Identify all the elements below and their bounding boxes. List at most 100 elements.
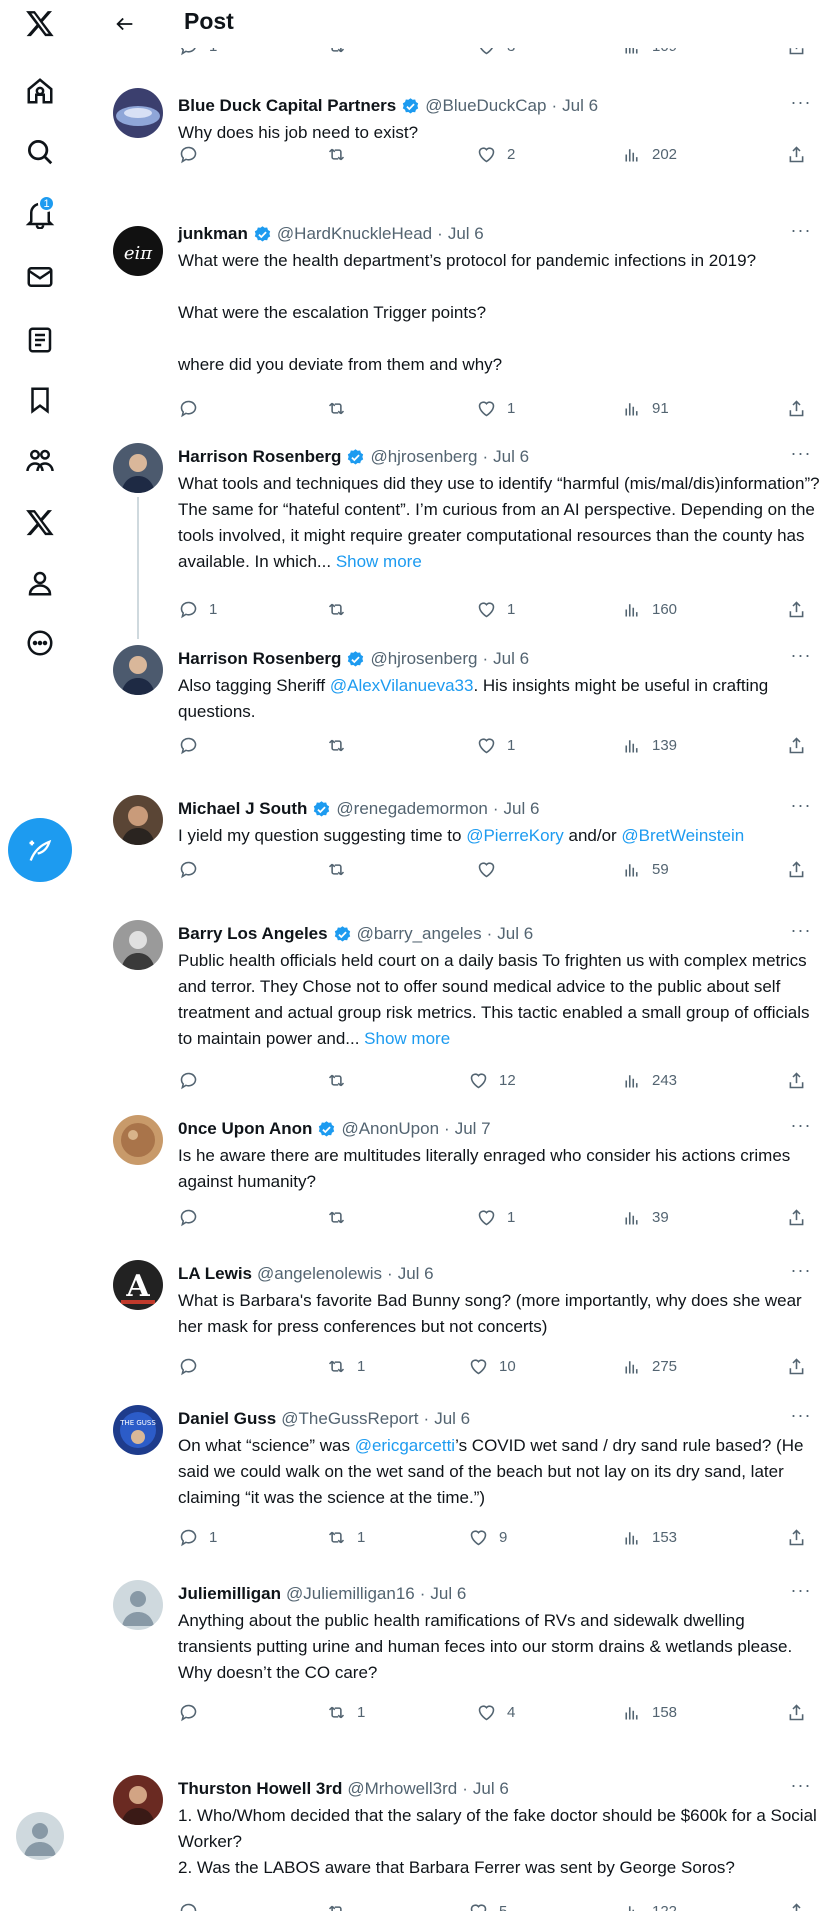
reply-button[interactable]: 1 <box>178 597 217 621</box>
messages-icon[interactable] <box>19 256 61 298</box>
back-arrow-icon[interactable] <box>110 9 140 39</box>
share-button[interactable] <box>786 597 807 621</box>
mention-link[interactable]: @AlexVilanueva33 <box>330 676 474 695</box>
reply-button[interactable] <box>178 142 209 166</box>
avatar[interactable] <box>113 88 163 138</box>
avatar[interactable] <box>113 443 163 493</box>
views-button[interactable]: 59 <box>621 857 669 881</box>
views-button[interactable]: 153 <box>621 1525 677 1549</box>
author-name[interactable]: Daniel Guss <box>178 1407 276 1431</box>
post-date[interactable]: Jul 6 <box>562 94 598 118</box>
post-date[interactable]: Jul 7 <box>455 1117 491 1141</box>
like-button[interactable]: 10 <box>468 1354 516 1378</box>
author-name[interactable]: Juliemilligan <box>178 1582 281 1606</box>
reply-tweet[interactable]: Barry Los Angeles @barry_angeles · Jul 6… <box>80 920 825 1092</box>
reply-button[interactable] <box>178 1700 209 1724</box>
author-name[interactable]: Michael J South <box>178 797 307 821</box>
views-button[interactable]: 275 <box>621 1354 677 1378</box>
avatar[interactable] <box>113 920 163 970</box>
post-date[interactable]: Jul 6 <box>473 1777 509 1801</box>
show-more-link[interactable]: Show more <box>364 1029 450 1048</box>
like-button[interactable]: 9 <box>468 1525 507 1549</box>
premium-x-icon[interactable] <box>19 501 61 543</box>
avatar[interactable] <box>113 1775 163 1825</box>
more-icon[interactable]: ··· <box>789 1773 813 1797</box>
reply-button[interactable] <box>178 396 209 420</box>
mention-link[interactable]: @BretWeinstein <box>621 826 744 845</box>
reply-button[interactable] <box>178 733 209 757</box>
author-handle[interactable]: @renegademormon <box>336 797 487 821</box>
post-date[interactable]: Jul 6 <box>398 1262 434 1286</box>
avatar[interactable]: A <box>113 1260 163 1310</box>
reply-button[interactable] <box>178 1205 209 1229</box>
show-more-link[interactable]: Show more <box>336 552 422 571</box>
share-button[interactable] <box>786 857 807 881</box>
reply-tweet[interactable]: Juliemilligan @Juliemilligan16 · Jul 6 ·… <box>80 1580 825 1732</box>
repost-button[interactable]: 1 <box>326 1525 365 1549</box>
like-button[interactable]: 1 <box>476 597 515 621</box>
repost-button[interactable] <box>326 1205 357 1229</box>
bookmarks-icon[interactable] <box>19 379 61 421</box>
reply-tweet[interactable]: Thurston Howell 3rd @Mrhowell3rd · Jul 6… <box>80 1775 825 1911</box>
lists-icon[interactable] <box>19 319 61 361</box>
post-date[interactable]: Jul 6 <box>497 922 533 946</box>
post-date[interactable]: Jul 6 <box>434 1407 470 1431</box>
reply-tweet[interactable]: Blue Duck Capital Partners @BlueDuckCap … <box>80 88 825 214</box>
reply-button[interactable] <box>178 1068 209 1092</box>
reply-button[interactable] <box>178 1899 209 1911</box>
author-name[interactable]: Harrison Rosenberg <box>178 445 341 469</box>
like-button[interactable]: 5 <box>468 1899 507 1911</box>
compose-post-button[interactable] <box>8 818 72 882</box>
notifications-bell-icon[interactable]: 1 <box>19 193 61 235</box>
repost-button[interactable] <box>326 142 357 166</box>
like-button[interactable]: 4 <box>476 1700 515 1724</box>
share-button[interactable] <box>786 1700 807 1724</box>
reply-button[interactable] <box>178 1354 209 1378</box>
more-icon[interactable]: ··· <box>789 1113 813 1137</box>
post-date[interactable]: Jul 6 <box>430 1582 466 1606</box>
author-handle[interactable]: @barry_angeles <box>357 922 482 946</box>
x-logo-icon[interactable] <box>19 2 61 44</box>
share-button[interactable] <box>786 1068 807 1092</box>
reply-tweet[interactable]: A LA Lewis @angelenolewis · Jul 6 ··· Wh… <box>80 1260 825 1382</box>
author-name[interactable]: Harrison Rosenberg <box>178 647 341 671</box>
post-date[interactable]: Jul 6 <box>504 797 540 821</box>
author-handle[interactable]: @Mrhowell3rd <box>347 1777 457 1801</box>
mention-link[interactable]: @PierreKory <box>466 826 564 845</box>
post-date[interactable]: Jul 6 <box>493 647 529 671</box>
author-handle[interactable]: @AnonUpon <box>341 1117 439 1141</box>
reply-tweet[interactable]: 0nce Upon Anon @AnonUpon · Jul 7 ··· Is … <box>80 1115 825 1237</box>
communities-icon[interactable] <box>19 440 61 482</box>
reply-tweet[interactable]: eiπ junkman @HardKnuckleHead · Jul 6 ···… <box>80 220 825 422</box>
repost-button[interactable]: 1 <box>326 1354 365 1378</box>
more-icon[interactable]: ··· <box>789 1258 813 1282</box>
share-button[interactable] <box>786 396 807 420</box>
more-icon[interactable]: ··· <box>789 918 813 942</box>
more-icon[interactable]: ··· <box>789 218 813 242</box>
share-button[interactable] <box>786 733 807 757</box>
author-handle[interactable]: @HardKnuckleHead <box>277 222 432 246</box>
views-button[interactable]: 122 <box>621 1899 677 1911</box>
author-name[interactable]: Thurston Howell 3rd <box>178 1777 342 1801</box>
views-button[interactable]: 158 <box>621 1700 677 1724</box>
author-name[interactable]: LA Lewis <box>178 1262 252 1286</box>
author-handle[interactable]: @BlueDuckCap <box>425 94 546 118</box>
reply-button[interactable] <box>178 857 209 881</box>
profile-icon[interactable] <box>19 562 61 604</box>
like-button[interactable]: 1 <box>476 733 515 757</box>
more-icon[interactable]: ··· <box>789 1578 813 1602</box>
more-icon[interactable]: ··· <box>789 1403 813 1427</box>
views-button[interactable]: 91 <box>621 396 669 420</box>
like-button[interactable]: 2 <box>476 142 515 166</box>
mention-link[interactable]: @ericgarcetti <box>355 1436 455 1455</box>
author-name[interactable]: Barry Los Angeles <box>178 922 328 946</box>
views-button[interactable]: 39 <box>621 1205 669 1229</box>
share-button[interactable] <box>786 1899 807 1911</box>
reply-tweet[interactable]: THE GUSS Daniel Guss @TheGussReport · Ju… <box>80 1405 825 1557</box>
like-button[interactable]: 12 <box>468 1068 516 1092</box>
reply-tweet[interactable]: Michael J South @renegademormon · Jul 6 … <box>80 795 825 897</box>
views-button[interactable]: 202 <box>621 142 677 166</box>
share-button[interactable] <box>786 1205 807 1229</box>
post-date[interactable]: Jul 6 <box>448 222 484 246</box>
repost-button[interactable]: 1 <box>326 1700 365 1724</box>
